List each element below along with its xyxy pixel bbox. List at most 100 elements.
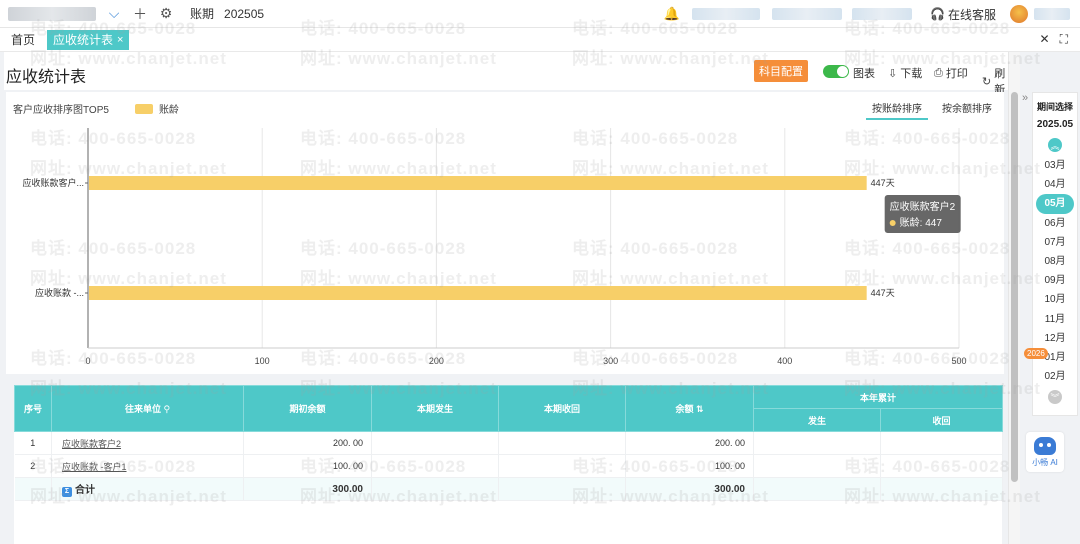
receivable-table: 序号 往来单位 ⚲ 期初余额 本期发生 本期收回 余额 ⇅ 本年累计 发生 收回… <box>14 385 1004 501</box>
collapse-icon[interactable]: » <box>1022 92 1028 104</box>
period-label: 账期 <box>190 7 215 21</box>
month-item[interactable]: 05月 <box>1036 194 1074 214</box>
col-partner[interactable]: 往来单位 ⚲ <box>51 385 244 432</box>
headset-icon: 🎧 <box>930 7 945 21</box>
close-window-icon[interactable]: ✕ <box>1040 32 1050 47</box>
sort-by-age-tab[interactable]: 按账龄排序 <box>866 100 928 120</box>
chevron-down-icon[interactable]: ︾ <box>1048 390 1062 405</box>
period-value[interactable]: 202505 <box>224 7 264 21</box>
sort-icon[interactable]: ⇅ <box>696 404 704 414</box>
cell-opening: 200. 00 <box>243 431 372 455</box>
close-icon[interactable]: × <box>117 34 123 46</box>
cell-seq: 1 <box>14 431 52 455</box>
cell-period-occur <box>371 431 499 455</box>
data-label: 447天 <box>871 288 895 298</box>
month-item[interactable]: 11月 <box>1033 310 1077 329</box>
download-button[interactable]: ⇩ 下载 <box>888 65 922 81</box>
col-ytd: 本年累计 <box>752 385 1004 409</box>
data-label: 447天 <box>871 178 895 188</box>
cell-balance: 100. 00 <box>625 454 754 478</box>
col-seq: 序号 <box>14 385 52 432</box>
month-item[interactable]: 12月 <box>1033 329 1077 348</box>
online-service-label: 在线客服 <box>947 7 996 22</box>
table-card: 序号 往来单位 ⚲ 期初余额 本期发生 本期收回 余额 ⇅ 本年累计 发生 收回… <box>14 385 1004 544</box>
ai-label: 小畅 AI <box>1032 457 1058 467</box>
cell-total-label: Σ 合计 <box>51 477 244 501</box>
cell-period-recv <box>498 454 626 478</box>
month-item[interactable]: 06月 <box>1033 214 1077 233</box>
main-content: 应收统计表 科目配置 图表 ⇩ 下载 ⎙ 打印 ↻ 刷新 客户应收排序图TOP5… <box>4 52 1008 544</box>
cell-ytd-recv <box>880 454 1004 478</box>
refresh-icon: ↻ <box>982 75 992 88</box>
chart-heading-row: 客户应收排序图TOP5 账龄 <box>13 101 179 116</box>
filter-icon[interactable]: ⚲ <box>163 404 170 414</box>
tab-receivable-stats[interactable]: 应收统计表 × <box>47 29 130 50</box>
sort-by-balance-tab[interactable]: 按余额排序 <box>936 100 998 120</box>
vertical-scrollbar[interactable] <box>1008 52 1020 544</box>
tab-home[interactable]: 首页 <box>11 31 35 48</box>
cell-ytd-occur <box>753 431 881 455</box>
online-service-button[interactable]: 🎧 在线客服 <box>930 6 996 23</box>
account-info-blurred <box>692 8 761 20</box>
period-current: 2025.05 <box>1036 119 1074 130</box>
col-ytd-occur: 发生 <box>753 408 881 432</box>
subject-config-button[interactable]: 科目配置 <box>754 60 808 82</box>
cell-partner[interactable]: 应收账款客户2 <box>51 431 244 455</box>
x-tick-label: 300 <box>603 356 618 366</box>
top-bar: ⌵ ＋ ⚙ 账期 202505 🔔 🎧 在线客服 <box>0 0 1080 28</box>
col-balance-label: 余额 <box>675 404 694 414</box>
col-opening: 期初余额 <box>243 385 372 432</box>
print-button[interactable]: ⎙ 打印 <box>934 65 968 81</box>
bell-icon[interactable]: 🔔 <box>664 6 680 22</box>
x-tick-label: 0 <box>85 356 90 366</box>
month-item[interactable]: 04月 <box>1033 175 1077 194</box>
scrollbar-thumb[interactable] <box>1011 92 1018 482</box>
table-row: 1 应收账款客户2 200. 00 200. 00 <box>14 431 1004 455</box>
download-label: 下载 <box>900 68 923 80</box>
col-ytd-recv: 收回 <box>879 408 1004 432</box>
chevron-down-icon[interactable]: ⌵ <box>104 4 124 24</box>
user-name-blurred <box>1034 8 1070 20</box>
cell-opening: 100. 00 <box>243 454 372 478</box>
download-icon: ⇩ <box>888 67 898 80</box>
month-item[interactable]: 09月 <box>1033 271 1077 290</box>
chart-toggle[interactable] <box>823 65 849 78</box>
chart-card: 客户应收排序图TOP5 账龄 按账龄排序 按余额排序 0 100 200 300 400… <box>6 92 1004 374</box>
sort-tabs: 按账龄排序 按余额排序 <box>866 100 998 120</box>
chevron-up-icon[interactable]: ︽ <box>1048 138 1062 152</box>
ai-assistant-button[interactable]: 小畅 AI <box>1026 432 1064 472</box>
avatar[interactable] <box>1010 5 1028 23</box>
cell-total-opening: 300.00 <box>243 477 372 501</box>
year-badge: 2026 <box>1024 348 1048 359</box>
total-row: Σ 合计 300.00 300.00 <box>14 477 1004 501</box>
bar-chart: 0 100 200 300 400 500应收账款客户... 447天应收账款 -... 44… <box>22 128 967 366</box>
legend-swatch[interactable] <box>134 103 153 114</box>
x-tick-label: 400 <box>777 356 792 366</box>
gear-icon[interactable]: ⚙ <box>156 4 176 24</box>
cell-partner[interactable]: 应收账款 -客户1 <box>51 454 244 478</box>
page-title: 应收统计表 <box>6 69 87 86</box>
month-item[interactable]: 02月 <box>1033 367 1077 386</box>
table-row: 2 应收账款 -客户1 100. 00 100. 00 <box>14 454 1004 478</box>
chart-heading: 客户应收排序图TOP5 <box>13 105 109 116</box>
col-partner-label: 往来单位 <box>124 404 161 414</box>
month-item[interactable]: 08月 <box>1033 252 1077 271</box>
tooltip-dot <box>889 220 896 226</box>
bar[interactable] <box>89 176 867 190</box>
cell-empty <box>371 477 499 501</box>
month-item[interactable]: 10月 <box>1033 290 1077 309</box>
cell-empty <box>498 477 626 501</box>
month-item[interactable]: 03月 <box>1033 156 1077 175</box>
plus-icon[interactable]: ＋ <box>130 4 150 24</box>
col-balance[interactable]: 余额 ⇅ <box>625 385 754 432</box>
period-selector-title: 期间选择 <box>1036 102 1073 112</box>
month-item[interactable]: 07月 <box>1033 233 1077 252</box>
company-name-blurred[interactable] <box>8 6 96 21</box>
tab-label: 应收统计表 <box>53 33 114 47</box>
period-selector: 期间选择 2025.05 ︽ 03月 04月 05月 06月 07月 08月 09月 10月 1… <box>1032 92 1078 416</box>
legend-label: 账龄 <box>158 105 179 116</box>
print-label: 打印 <box>945 68 968 80</box>
category-label: 应收账款 -... <box>35 287 84 298</box>
bar[interactable] <box>89 286 867 300</box>
expand-icon[interactable]: ⛶ <box>1060 32 1068 47</box>
